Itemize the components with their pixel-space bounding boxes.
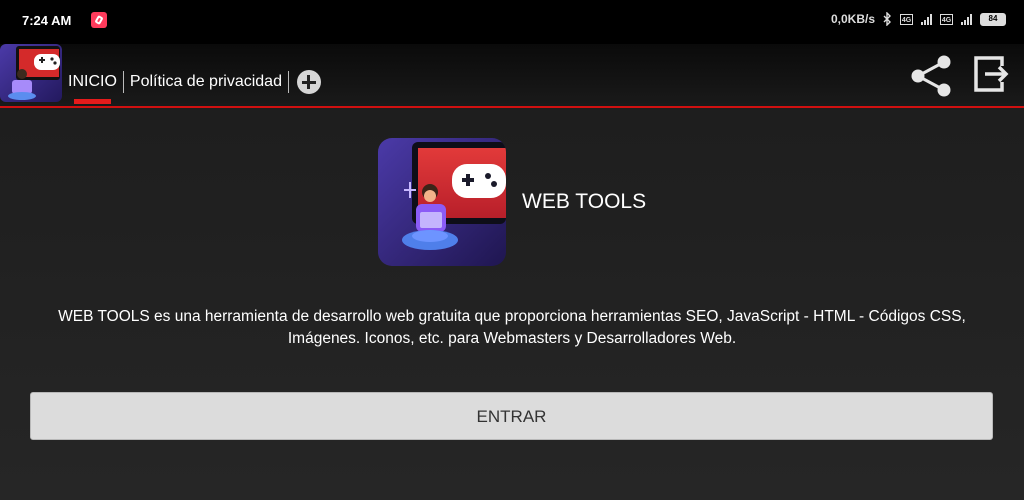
app-title: WEB TOOLS [522,190,647,213]
app-description: WEB TOOLS es una herramienta de desarrol… [58,308,966,347]
signal-icon [961,13,972,25]
net-speed: 0,0KB/s [830,12,875,26]
app-screen: 7:24 AM 0,0KB/s 4G 4G 84 INICIO Política… [0,0,1024,500]
enter-button[interactable]: ENTRAR [30,392,993,440]
tab-bar: INICIO Política de privacidad [64,68,321,104]
status-bar: 7:24 AM 0,0KB/s 4G 4G 84 [0,0,1024,44]
status-indicators: 0,0KB/s 4G 4G 84 [831,12,1006,26]
app-logo-icon[interactable] [0,44,62,102]
bluetooth-icon [883,12,891,26]
tab-politica-privacidad[interactable]: Política de privacidad [126,68,286,96]
signal-icon [921,13,932,25]
exit-icon[interactable] [972,54,1012,94]
sim2-icon: 4G [940,13,953,25]
tab-inicio[interactable]: INICIO [64,68,121,104]
sim1-icon: 4G [900,13,913,25]
status-time: 7:24 AM [22,13,72,28]
add-tab-icon[interactable] [296,70,321,94]
battery-icon: 84 [980,12,1006,26]
share-icon[interactable] [908,54,954,98]
tab-divider [122,71,124,93]
tab-divider [287,71,289,93]
app-bar: INICIO Política de privacidad [0,44,1024,108]
notification-icon [91,12,107,28]
app-hero-icon [378,138,506,266]
